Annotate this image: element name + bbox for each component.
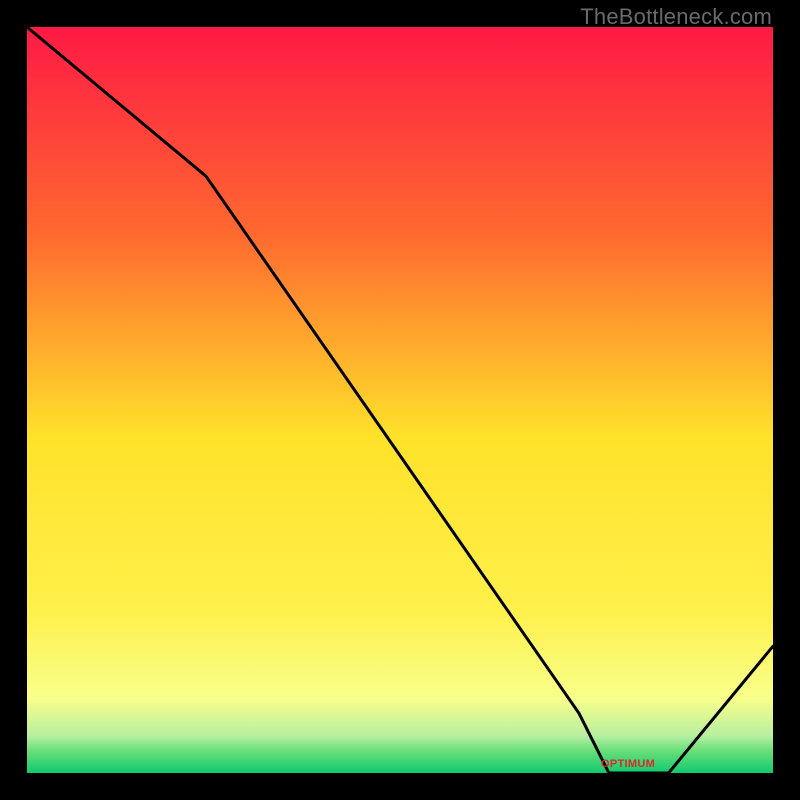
chart-frame: OPTIMUM (27, 27, 773, 773)
gradient-background (27, 27, 773, 773)
bottleneck-chart (27, 27, 773, 773)
optimal-label: OPTIMUM (601, 758, 655, 770)
